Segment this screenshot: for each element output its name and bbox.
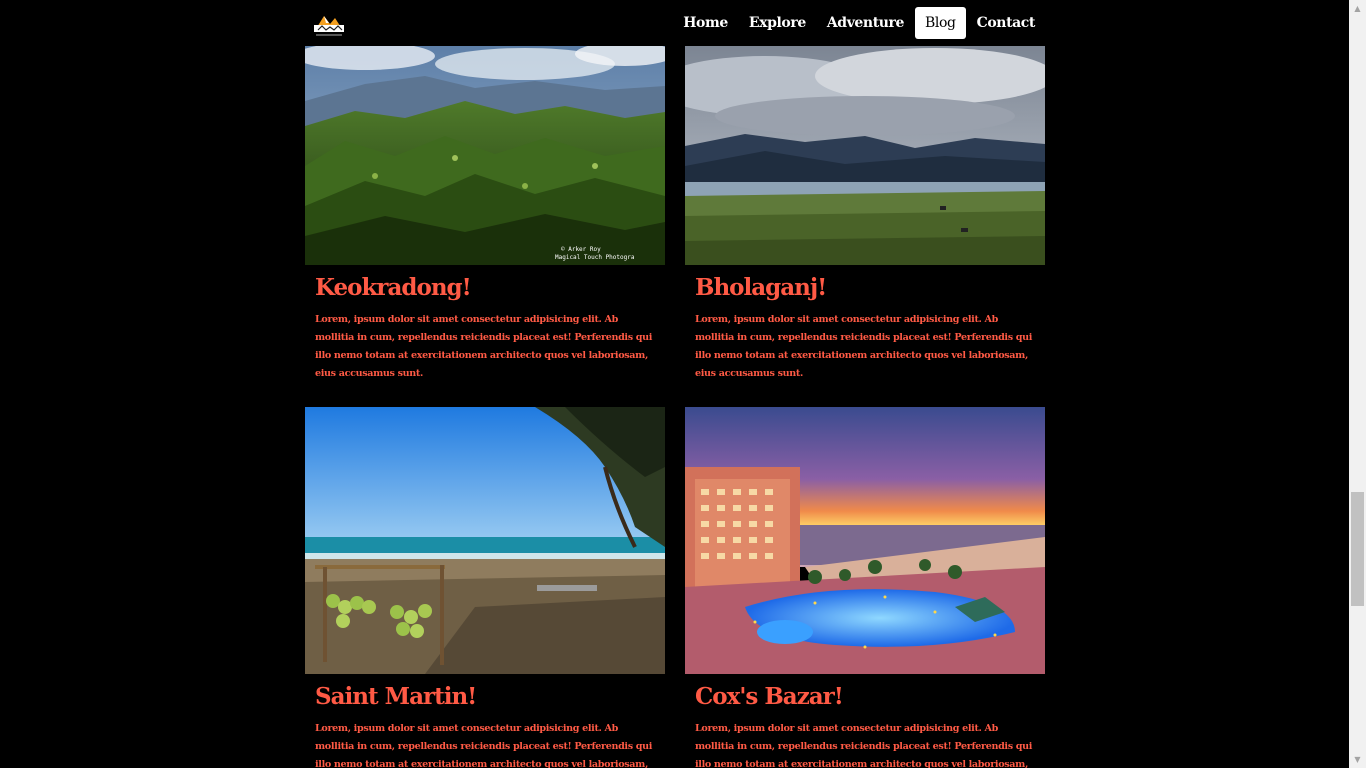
card-text: Lorem, ipsum dolor sit amet consectetur …	[315, 723, 653, 768]
nav-menu: Home Explore Adventure Blog Contact	[672, 7, 1045, 39]
card-text: Lorem, ipsum dolor sit amet consectetur …	[315, 314, 653, 379]
blog-card-bholaganj: Bholaganj! Lorem, ipsum dolor sit amet c…	[685, 46, 1045, 383]
scroll-down-arrow-icon[interactable]: ▼	[1349, 751, 1366, 768]
card-text: Lorem, ipsum dolor sit amet consectetur …	[695, 314, 1033, 379]
card-title[interactable]: Saint Martin!	[315, 682, 655, 712]
keokradong-image: © Arker Roy Magical Touch Photogra	[305, 46, 665, 265]
card-body: Saint Martin! Lorem, ipsum dolor sit ame…	[305, 674, 665, 768]
blog-card-keokradong: © Arker Roy Magical Touch Photogra Keokr…	[305, 46, 665, 383]
saint-martin-image	[305, 407, 665, 674]
nav-contact[interactable]: Contact	[967, 7, 1045, 39]
nav-explore[interactable]: Explore	[739, 7, 816, 39]
bholaganj-image	[685, 46, 1045, 265]
scroll-thumb[interactable]	[1351, 492, 1364, 606]
card-title[interactable]: Keokradong!	[315, 273, 655, 303]
navbar: Home Explore Adventure Blog Contact	[0, 0, 1349, 46]
card-text: Lorem, ipsum dolor sit amet consectetur …	[695, 723, 1033, 768]
image-watermark: © Arker Roy	[561, 246, 601, 253]
vertical-scrollbar[interactable]: ▲ ▼	[1349, 0, 1366, 768]
nav-adventure[interactable]: Adventure	[817, 7, 914, 39]
nav-home[interactable]: Home	[673, 7, 738, 39]
coxs-bazar-image	[685, 407, 1045, 674]
card-body: Keokradong! Lorem, ipsum dolor sit amet …	[305, 265, 665, 383]
card-title[interactable]: Bholaganj!	[695, 273, 1035, 303]
card-body: Bholaganj! Lorem, ipsum dolor sit amet c…	[685, 265, 1045, 383]
card-body: Cox's Bazar! Lorem, ipsum dolor sit amet…	[685, 674, 1045, 768]
blog-card-coxs-bazar: Cox's Bazar! Lorem, ipsum dolor sit amet…	[685, 407, 1045, 768]
brand-logo[interactable]	[310, 8, 348, 38]
scroll-up-arrow-icon[interactable]: ▲	[1349, 0, 1366, 17]
svg-text:Magical Touch Photogra: Magical Touch Photogra	[555, 254, 635, 261]
blog-card-saint-martin: Saint Martin! Lorem, ipsum dolor sit ame…	[305, 407, 665, 768]
page: Home Explore Adventure Blog Contact © Ar…	[0, 0, 1366, 768]
nav-blog[interactable]: Blog	[915, 7, 966, 39]
card-title[interactable]: Cox's Bazar!	[695, 682, 1035, 712]
